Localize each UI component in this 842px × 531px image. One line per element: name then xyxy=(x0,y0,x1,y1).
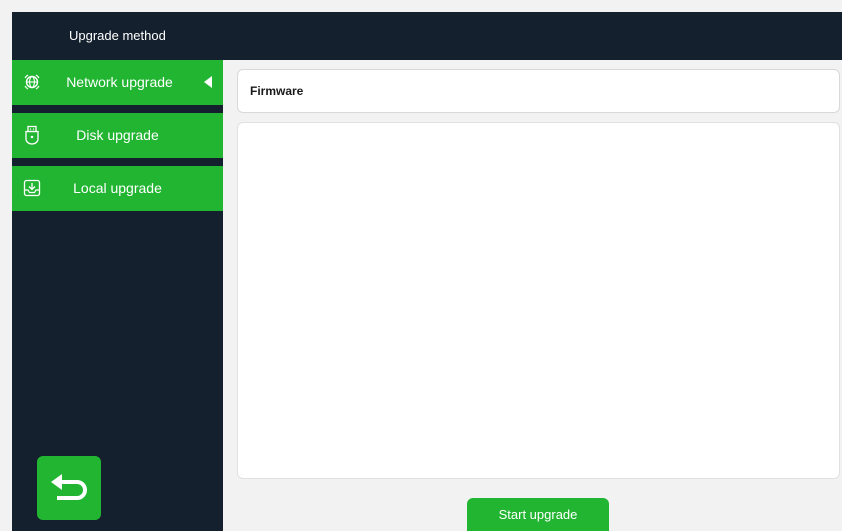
sidebar-item-disk-upgrade[interactable]: Disk upgrade xyxy=(12,113,223,158)
sidebar-item-network-upgrade[interactable]: Network upgrade xyxy=(12,60,223,105)
back-arrow-icon xyxy=(51,474,87,500)
active-caret-icon xyxy=(204,76,212,88)
sidebar-item-label: Local upgrade xyxy=(73,180,162,196)
sidebar-item-label: Network upgrade xyxy=(66,74,173,90)
sidebar-item-local-upgrade[interactable]: Local upgrade xyxy=(12,166,223,211)
main-panel: Firmware Start upgrade xyxy=(223,60,842,531)
upgrade-app: Upgrade method Network upgrade Disk upgr… xyxy=(0,0,842,531)
sidebar-item-label: Disk upgrade xyxy=(76,127,159,143)
start-upgrade-button[interactable]: Start upgrade xyxy=(467,498,609,531)
page-title: Upgrade method xyxy=(69,28,166,43)
firmware-content-area xyxy=(237,122,840,479)
top-bar: Upgrade method xyxy=(12,12,842,60)
firmware-label: Firmware xyxy=(250,84,304,98)
back-button[interactable] xyxy=(37,456,101,520)
firmware-field[interactable]: Firmware xyxy=(237,69,840,113)
sidebar: Network upgrade Disk upgrade Local upgra… xyxy=(12,60,223,531)
